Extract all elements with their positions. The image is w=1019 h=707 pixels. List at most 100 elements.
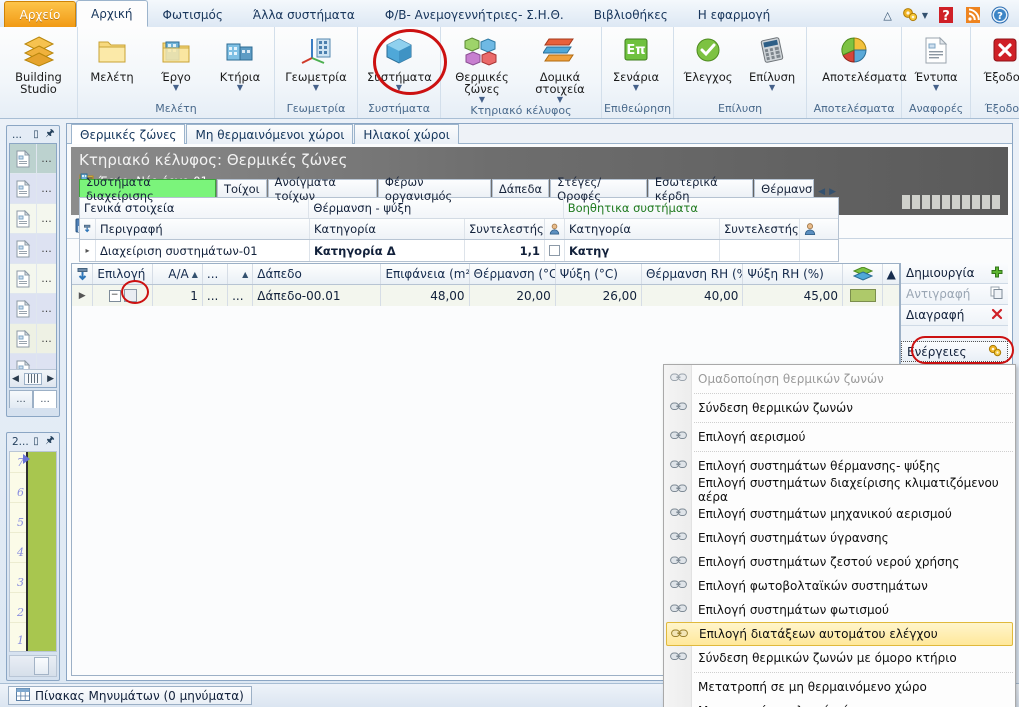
chevron-down-icon[interactable]: ▼ <box>396 84 402 92</box>
list-item[interactable]: ... <box>10 204 56 234</box>
list-item-menu[interactable]: ... <box>36 294 56 323</box>
ribbon-dropdown-caret-icon[interactable]: ▼ <box>922 11 928 20</box>
minimize-icon[interactable]: ▯ <box>29 436 43 447</box>
column-header-katigoria-2[interactable]: Κατηγορία <box>565 219 720 239</box>
cell-checkbox-1[interactable] <box>545 240 565 261</box>
detail-tab-thermansi[interactable]: Θέρμανση <box>754 179 815 197</box>
chevron-down-icon[interactable]: ▼ <box>237 84 243 92</box>
delete-button[interactable]: Διαγραφή <box>901 305 1008 326</box>
pin-icon[interactable]: 🖈 <box>43 126 57 143</box>
dock-tab-1[interactable]: ... <box>9 390 33 408</box>
chevron-down-icon[interactable]: ▼ <box>479 96 485 104</box>
pin-icon[interactable]: 🖈 <box>43 433 57 450</box>
column-header-dots1[interactable]: ... <box>203 264 229 284</box>
scrollbar-thumb[interactable] <box>34 657 49 675</box>
ribbon-button-meleti[interactable]: Μελέτη <box>80 31 144 99</box>
record-navigator[interactable]: ◀ |||| ▶ <box>10 369 56 387</box>
cell-checkbox-2[interactable] <box>800 240 820 261</box>
ribbon-button-ktiria[interactable]: Κτήρια ▼ <box>208 31 272 99</box>
tab-thermikes-zones[interactable]: Θερμικές ζώνες <box>71 124 186 144</box>
menu-item-epilogi-systimaton-fotismou[interactable]: Επιλογή συστημάτων φωτισμού <box>664 598 1015 622</box>
horizontal-scrollbar[interactable] <box>9 655 57 677</box>
list-item-menu[interactable]: ... <box>36 264 56 293</box>
about-icon[interactable]: ? <box>991 6 1009 24</box>
detail-table-row[interactable]: ▸ Διαχείριση συστημάτων-01 Κατηγορία Δ 1… <box>80 240 838 261</box>
column-header-dots2[interactable]: ▲ <box>228 264 254 284</box>
detail-tab-anoigmata-toixon[interactable]: Ανοίγματα τοίχων <box>267 175 377 203</box>
menu-item-epilogi-aerismou[interactable]: Επιλογή αερισμού <box>664 425 1015 449</box>
list-item[interactable]: ... <box>10 264 56 294</box>
ribbon-button-geometria[interactable]: Γεωμετρία ▼ <box>277 31 355 99</box>
menu-item-epilogi-fotovoltaikon-systimaton[interactable]: Επιλογή φωτοβολταϊκών συστημάτων <box>664 574 1015 598</box>
sort-ascending-icon[interactable]: ▲ <box>242 270 248 279</box>
tab-mi-thermainomenoi-xoroi[interactable]: Μη θερμαινόμενοι χώροι <box>186 124 354 144</box>
person-icon[interactable] <box>800 219 820 239</box>
list-item[interactable]: ... <box>10 324 56 354</box>
collapse-ribbon-icon[interactable]: △ <box>883 9 891 22</box>
rss-icon[interactable] <box>964 6 982 24</box>
list-item-menu[interactable]: ... <box>36 354 56 369</box>
ribbon-button-epilysi[interactable]: Επίλυση ▼ <box>740 31 804 99</box>
menu-item-omadopoiisi-thermikon-zonon[interactable]: Ομαδοποίηση θερμικών ζωνών <box>664 367 1015 391</box>
menu-item-syndesi-thermikon-zonon[interactable]: Σύνδεση θερμικών ζωνών <box>664 396 1015 420</box>
cell-color-swatch[interactable] <box>843 285 884 306</box>
sort-ascending-icon[interactable]: ▲ <box>192 270 198 279</box>
nav-grip[interactable]: |||| <box>23 372 43 385</box>
row-selection-cell[interactable]: − <box>93 285 153 306</box>
detail-tab-steges-orofes[interactable]: Στέγες/ Οροφές <box>550 175 647 203</box>
list-item-menu[interactable]: ... <box>36 204 56 233</box>
column-header-thermansi-rh[interactable]: Θέρμανση RH (%) <box>642 264 744 284</box>
list-item-menu[interactable]: ... <box>36 174 56 203</box>
scroll-up-icon[interactable]: ▲ <box>883 264 899 284</box>
detail-tab-systimata-diaxeirisis[interactable]: Συστήματα διαχείρισης <box>79 175 216 203</box>
row-checkbox[interactable] <box>123 289 137 302</box>
expand-collapse-icon[interactable]: − <box>108 289 121 302</box>
ribbon-button-apotelesmata[interactable]: Αποτελέσματα <box>809 31 907 99</box>
column-header-thermansi[interactable]: Θέρμανση (°C) <box>470 264 556 284</box>
ribbon-button-building-studio[interactable]: Building Studio <box>2 31 75 99</box>
sort-pin-icon[interactable] <box>72 264 94 284</box>
tab-file[interactable]: Αρχείο <box>4 1 76 27</box>
column-header-dapedo[interactable]: Δάπεδο <box>253 264 382 284</box>
person-icon[interactable] <box>545 219 565 239</box>
column-header-perigrafi[interactable]: Περιγραφή <box>96 219 310 239</box>
menu-item-epilogi-systimaton-thermansis-psyxis[interactable]: Επιλογή συστημάτων θέρμανσης- ψύξης <box>664 454 1015 478</box>
chevron-down-icon[interactable]: ▼ <box>933 84 939 92</box>
column-header-selection[interactable]: Επιλογή <box>93 264 153 284</box>
column-header-psyxi[interactable]: Ψύξη (°C) <box>556 264 642 284</box>
row-indicator-icon[interactable]: ▸ <box>80 240 96 261</box>
create-button[interactable]: Δημιουργία <box>901 263 1008 284</box>
detail-tab-toixoi[interactable]: Τοίχοι <box>217 179 267 197</box>
cell-dots2[interactable]: ... <box>228 285 254 306</box>
list-item[interactable]: ... <box>10 234 56 264</box>
chevron-down-icon[interactable]: ▼ <box>173 84 179 92</box>
chevron-down-icon[interactable]: ▼ <box>313 84 319 92</box>
sort-pin-icon[interactable] <box>80 219 96 239</box>
tab-iliakoi-xoroi[interactable]: Ηλιακοί χώροι <box>354 124 459 144</box>
list-item-menu[interactable]: ... <box>36 234 56 263</box>
ribbon-button-entypa[interactable]: Έντυπα ▼ <box>904 31 968 99</box>
layers-icon[interactable] <box>843 264 884 284</box>
column-header-syntelestis-1[interactable]: Συντελεστής <box>465 219 545 239</box>
menu-item-epilogi-systimaton-zestou-nerou-xrisis[interactable]: Επιλογή συστημάτων ζεστού νερού χρήσης <box>664 550 1015 574</box>
cell-dots1[interactable]: ... <box>203 285 229 306</box>
tab-i-efarmogi[interactable]: Η εφαρμογή <box>683 2 785 27</box>
menu-item-epilogi-diataxeon-aftomatou-elegxou[interactable]: Επιλογή διατάξεων αυτομάτου ελέγχου <box>666 622 1013 646</box>
list-item[interactable]: ... <box>10 354 56 369</box>
list-item[interactable]: ... <box>10 294 56 324</box>
ribbon-button-systimata[interactable]: Συστήματα ▼ <box>360 31 438 99</box>
tab-alla-systimata[interactable]: Άλλα συστήματα <box>238 2 370 27</box>
tab-fb-anemogennitries[interactable]: Φ/Β- Ανεμογεννήτριες- Σ.Η.Θ. <box>370 2 579 27</box>
menu-item-epilogi-systimaton-ygransis[interactable]: Επιλογή συστημάτων ύγρανσης <box>664 526 1015 550</box>
menu-item-epilogi-systimaton-diaxeirisis-klimatizomenou-aera[interactable]: Επιλογή συστημάτων διαχείρισης κλιματιζό… <box>664 476 1015 504</box>
settings-gear-icon[interactable] <box>901 6 919 24</box>
detail-tab-esoterika-kerdi[interactable]: Εσωτερικά κέρδη <box>647 175 754 203</box>
copy-button[interactable]: Αντιγραφή <box>901 284 1008 305</box>
nav-prev-icon[interactable]: ◀ <box>12 374 19 384</box>
list-item[interactable]: ... <box>10 174 56 204</box>
tab-vivliothikes[interactable]: Βιβλιοθήκες <box>579 2 683 27</box>
table-row[interactable]: ▶ − 1 ... ... Δάπεδο-00.01 48,00 20,00 2… <box>72 285 899 306</box>
nav-next-icon[interactable]: ▶ <box>47 374 54 384</box>
tab-fotismos[interactable]: Φωτισμός <box>148 2 238 27</box>
menu-item-metatropi-se-iliako-xoro[interactable]: Μετατροπή σε ηλιακό χώρο <box>664 699 1015 707</box>
